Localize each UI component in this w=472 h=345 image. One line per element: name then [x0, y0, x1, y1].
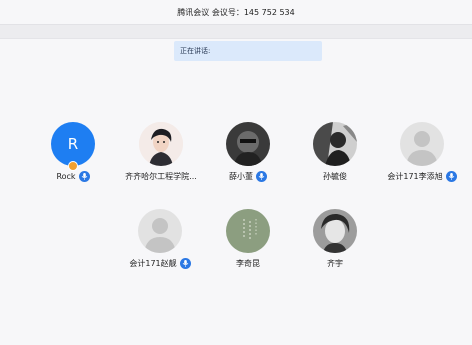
host-badge-icon	[68, 161, 78, 171]
avatar: R	[51, 122, 95, 171]
speaking-label: 正在讲话:	[180, 47, 211, 55]
participant-tile[interactable]: 会计171李添旭	[372, 122, 472, 182]
participant-name: Rock	[56, 172, 76, 181]
participant-name: 齐宇	[327, 259, 343, 268]
participant-name: 薛小董	[229, 172, 253, 181]
participant-name: 会计171李添旭	[387, 172, 443, 181]
window-title: 腾讯会议 会议号：145 752 534	[177, 7, 295, 17]
microphone-icon	[445, 171, 457, 182]
avatar	[313, 209, 357, 253]
participant-name: 会计171赵靓	[129, 259, 177, 268]
participant-tile[interactable]: 会计171赵靓	[110, 209, 210, 269]
microphone-icon	[78, 171, 90, 182]
participant-tile[interactable]: R Rock	[23, 122, 123, 182]
avatar	[226, 209, 270, 253]
avatar	[400, 122, 444, 166]
avatar-initial: R	[67, 135, 79, 153]
participant-gallery: R Rock 齐齐哈尔工程学院... 薛小董 孙毓俊 会计171李添旭 会计17…	[0, 62, 472, 345]
participant-tile[interactable]: 齐宇	[285, 209, 385, 269]
microphone-icon	[256, 171, 267, 182]
avatar	[313, 122, 357, 166]
title-bar: 腾讯会议 会议号：145 752 534	[0, 0, 472, 25]
avatar	[226, 122, 270, 166]
toolbar-strip	[0, 25, 472, 39]
participant-name: 李奇昆	[236, 259, 260, 268]
participant-name: 齐齐哈尔工程学院...	[125, 172, 197, 181]
microphone-icon	[179, 258, 191, 269]
participant-tile[interactable]: 薛小董	[198, 122, 298, 182]
participant-tile[interactable]: 孙毓俊	[285, 122, 385, 182]
participant-name: 孙毓俊	[323, 172, 347, 181]
avatar	[138, 209, 182, 253]
avatar	[139, 122, 183, 166]
participant-tile[interactable]: 李奇昆	[198, 209, 298, 269]
participant-tile[interactable]: 齐齐哈尔工程学院...	[111, 122, 211, 182]
speaking-indicator: 正在讲话:	[174, 41, 322, 61]
